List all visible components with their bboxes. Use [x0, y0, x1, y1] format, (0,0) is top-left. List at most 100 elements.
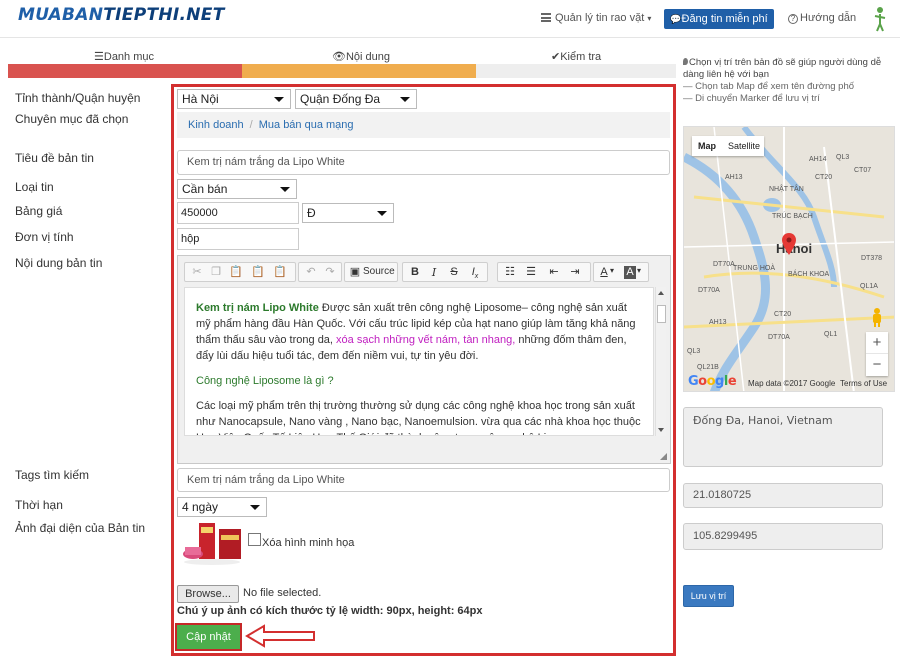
list-icon: ☰ [94, 51, 104, 63]
title-input[interactable]: Kem trị nám trắng da Lipo White [177, 150, 670, 175]
caret-down-icon: ▾ [637, 266, 642, 275]
terms-link[interactable]: Terms of Use [840, 377, 887, 391]
paste-icon[interactable]: 📋 [229, 266, 243, 279]
update-button[interactable]: Cập nhật [175, 623, 242, 651]
tab-map[interactable]: Map [692, 136, 722, 156]
step-progress: ☰Danh mục 👁Nội dung ✔Kiểm tra [8, 44, 676, 80]
pegman-icon[interactable] [870, 307, 884, 327]
label-duration: Thời hạn [15, 498, 63, 512]
unit-input[interactable]: hộp [177, 228, 299, 250]
arrow-left-icon [245, 624, 315, 648]
caret-down-icon: ▾ [610, 266, 615, 275]
map-pin-icon [683, 58, 688, 65]
label-price: Bảng giá [15, 204, 63, 218]
paste-text-icon[interactable]: 📋 [251, 266, 265, 279]
save-location-button[interactable]: Lưu vị trí [683, 585, 734, 607]
caret-down-icon [250, 505, 260, 510]
editor-paragraph: Kem trị nám Lipo White Được sản xuất trê… [196, 302, 636, 362]
remove-format-icon[interactable]: Ix [469, 266, 481, 280]
location-map[interactable]: Map Satellite AH14 QL3 CT07 AH13 CT20 NH… [683, 126, 895, 392]
caret-down-icon [377, 211, 387, 216]
zoom-in-icon[interactable]: + [866, 332, 888, 354]
paste-word-icon[interactable]: 📋 [273, 266, 287, 279]
editor-scrollbar[interactable] [655, 287, 666, 436]
step-category[interactable]: ☰Danh mục [94, 50, 154, 63]
text-color-icon[interactable]: A [598, 266, 610, 279]
price-input[interactable]: 450000 [177, 202, 299, 224]
figure-icon[interactable] [873, 6, 887, 32]
remove-image-label: Xóa hình minh họa [262, 537, 355, 549]
step-bar-3 [476, 64, 676, 78]
file-status: No file selected. [243, 587, 322, 599]
resize-handle-icon[interactable] [660, 453, 667, 460]
caret-down-icon: ▾ [647, 14, 652, 23]
step-bar-2 [242, 64, 476, 78]
breadcrumb-item[interactable]: Mua bán qua mạng [259, 119, 354, 131]
source-button[interactable]: ▣ Source [344, 262, 398, 282]
label-title: Tiêu đề bản tin [15, 151, 94, 165]
label-content: Nội dung bản tin [15, 256, 103, 270]
google-logo: Google [688, 374, 737, 389]
post-free-button[interactable]: 💬Đăng tin miễn phí [664, 9, 774, 29]
category-breadcrumb: Kinh doanh / Mua bán qua mạng [177, 112, 670, 138]
top-header: MUABANTIEPTHI.NET Quản lý tin rao vặt ▾ … [0, 0, 900, 38]
toolbar-group-format: B I S Ix [402, 262, 488, 282]
redo-icon[interactable]: ↷ [324, 266, 336, 279]
bg-color-icon[interactable]: A [624, 266, 636, 279]
latitude-field[interactable]: 21.0180725 [683, 483, 883, 508]
upload-note: Chú ý up ảnh có kích thước tỷ lệ width: … [177, 605, 483, 617]
label-type: Loại tin [15, 180, 54, 194]
address-field[interactable]: Đống Đa, Hanoi, Vietnam [683, 407, 883, 467]
source-icon: ▣ [349, 266, 361, 278]
tab-satellite[interactable]: Satellite [722, 136, 766, 156]
zoom-out-icon[interactable]: − [866, 354, 888, 376]
list-icon [541, 13, 551, 22]
toolbar-group-color: A ▾ A ▾ [593, 262, 649, 282]
scrollbar-thumb[interactable] [657, 305, 666, 323]
manage-listings-menu[interactable]: Quản lý tin rao vặt ▾ [541, 12, 651, 24]
rich-text-editor: ✂ ❐ 📋 📋 📋 ↶ ↷ ▣ Source B I S Ix ☷ ☰ ⇤ ⇥ … [177, 255, 671, 464]
tags-input[interactable]: Kem trị nám trắng da Lipo White [177, 468, 670, 492]
step-content[interactable]: 👁Nội dung [332, 50, 390, 63]
browse-button[interactable]: Browse... [177, 585, 239, 603]
arrow-up-icon[interactable] [658, 291, 664, 295]
question-icon: ? [788, 14, 798, 24]
type-select[interactable]: Cần bán [177, 179, 297, 199]
outdent-icon[interactable]: ⇤ [548, 266, 560, 279]
bullet-list-icon[interactable]: ☰ [525, 266, 537, 279]
toolbar-group-clipboard: ✂ ❐ 📋 📋 📋 [184, 262, 296, 282]
cut-icon[interactable]: ✂ [191, 266, 203, 279]
check-icon: ✔ [551, 51, 561, 63]
label-tags: Tags tìm kiếm [15, 468, 90, 482]
copy-icon[interactable]: ❐ [210, 266, 222, 279]
district-select[interactable]: Quận Đống Đa [295, 89, 417, 109]
caret-down-icon [274, 97, 284, 102]
arrow-down-icon[interactable] [658, 428, 664, 432]
undo-icon[interactable]: ↶ [305, 266, 317, 279]
label-category: Chuyên mục đã chọn [15, 112, 129, 126]
zoom-controls: + − [866, 332, 888, 376]
strike-icon[interactable]: S [448, 266, 460, 279]
remove-image-checkbox[interactable] [248, 533, 261, 546]
province-select[interactable]: Hà Nội [177, 89, 291, 109]
toolbar-group-list: ☷ ☰ ⇤ ⇥ [497, 262, 591, 282]
bold-icon[interactable]: B [409, 266, 421, 279]
italic-icon[interactable]: I [428, 266, 440, 279]
step-bar-1 [8, 64, 242, 78]
map-marker-icon[interactable] [782, 233, 796, 255]
label-unit: Đơn vị tính [15, 230, 74, 244]
step-review[interactable]: ✔Kiểm tra [551, 50, 601, 63]
currency-select[interactable]: Đ [302, 203, 394, 223]
label-image: Ảnh đại diện của Bản tin [15, 521, 146, 535]
product-thumbnail [179, 521, 245, 567]
site-logo[interactable]: MUABANTIEPTHI.NET [18, 5, 225, 25]
caret-down-icon [280, 187, 290, 192]
longitude-field[interactable]: 105.8299495 [683, 523, 883, 550]
indent-icon[interactable]: ⇥ [569, 266, 581, 279]
numbered-list-icon[interactable]: ☷ [504, 266, 516, 279]
breadcrumb-item[interactable]: Kinh doanh [188, 119, 244, 131]
editor-content[interactable]: Kem trị nám Lipo White Được sản xuất trê… [184, 287, 654, 436]
map-instructions: Chọn vị trí trên bản đồ sẽ giúp người dù… [683, 57, 882, 104]
help-link[interactable]: ? Hướng dẫn [788, 12, 856, 24]
duration-select[interactable]: 4 ngày [177, 497, 267, 517]
